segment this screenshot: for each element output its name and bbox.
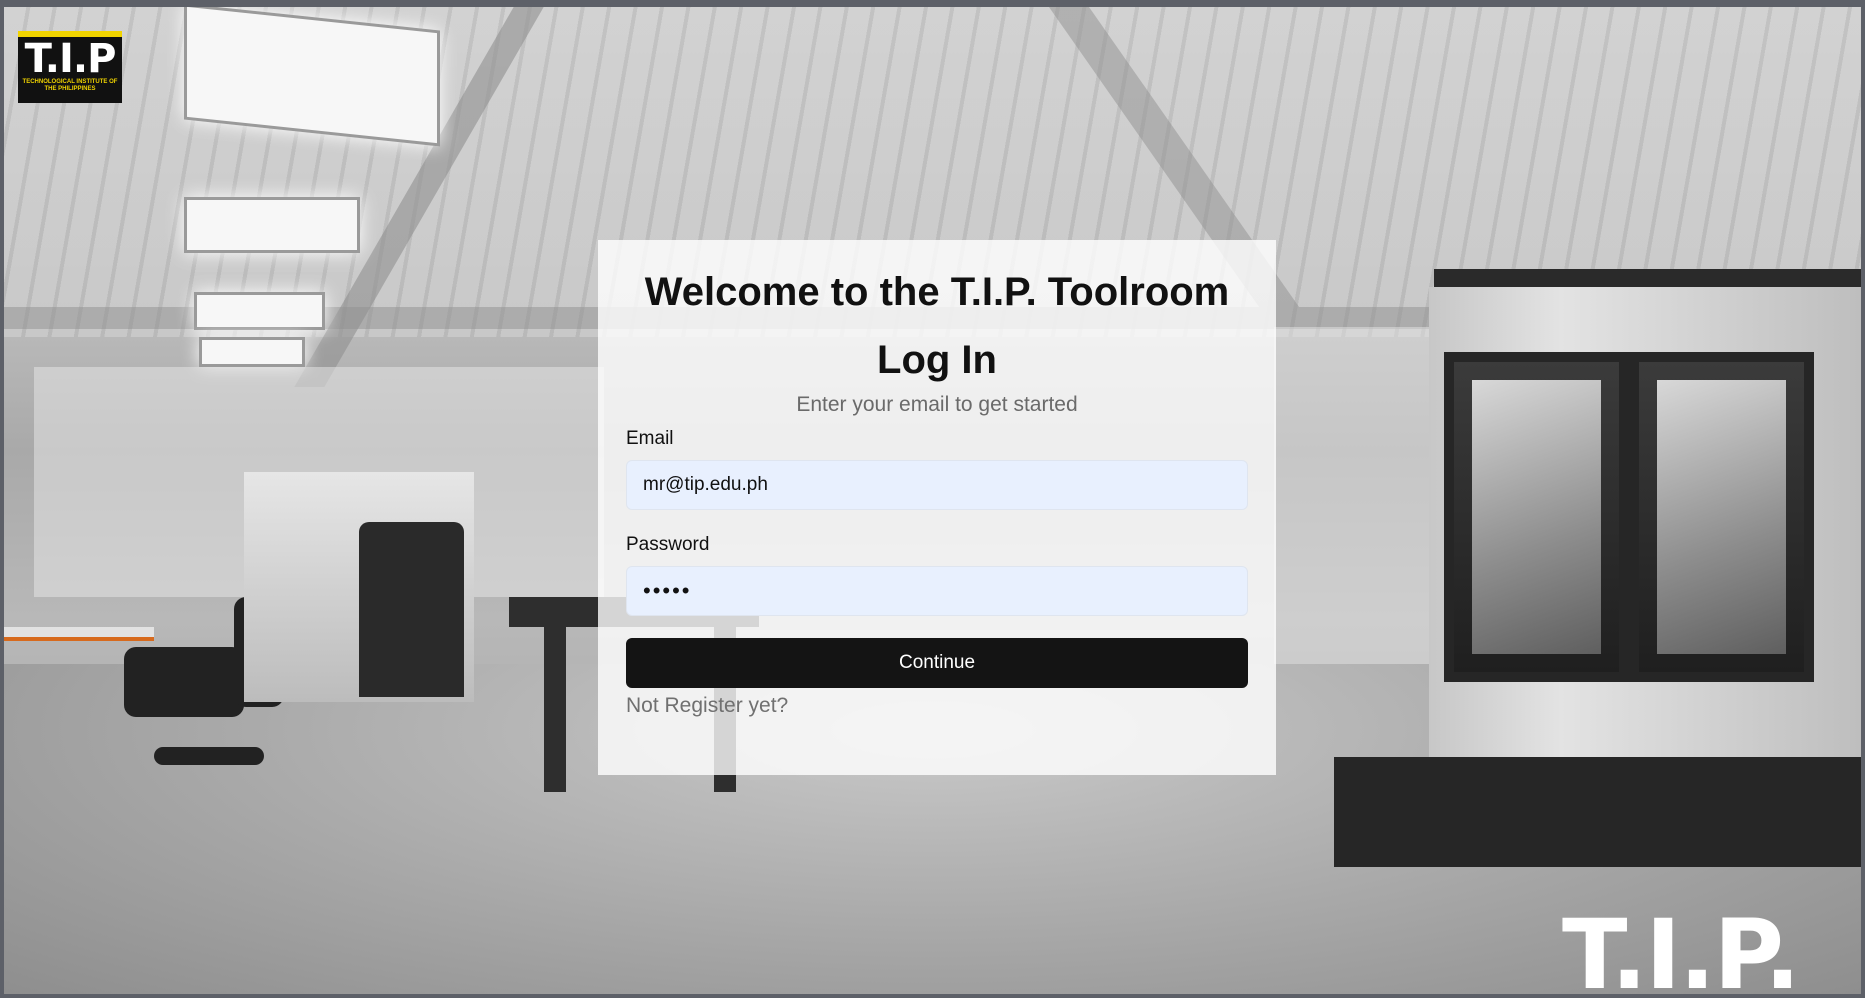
page-title: Welcome to the T.I.P. Toolroom (644, 270, 1230, 314)
login-heading: Log In (877, 338, 997, 382)
continue-button[interactable]: Continue (626, 638, 1248, 688)
tip-logo-mark: T.I.P (24, 36, 117, 82)
login-hint: Enter your email to get started (796, 393, 1078, 416)
email-field[interactable] (626, 460, 1248, 510)
background-chair (154, 747, 264, 765)
ceiling-light (194, 292, 325, 330)
background-desk (4, 627, 154, 641)
background-workbench-leg (544, 622, 566, 792)
password-field[interactable] (626, 566, 1248, 616)
register-link[interactable]: Not Register yet? (626, 692, 788, 720)
background-machine-glass (1657, 380, 1786, 654)
tip-logo: T.I.P TECHNOLOGICAL INSTITUTE OF THE PHI… (18, 31, 122, 103)
background-machine-door (1444, 352, 1629, 682)
password-label: Password (626, 534, 710, 555)
background-lathe-cabinet (359, 522, 464, 697)
email-label: Email (626, 428, 674, 449)
ceiling-light (184, 197, 360, 253)
ceiling-light (199, 337, 305, 367)
login-card: Welcome to the T.I.P. Toolroom Log In En… (598, 240, 1276, 775)
tip-watermark: T.I.P. (1562, 899, 1801, 998)
tip-logo-subtext: TECHNOLOGICAL INSTITUTE OF THE PHILIPPIN… (22, 79, 118, 92)
background-machine-base (1334, 757, 1861, 867)
background-machine-glass (1472, 380, 1601, 654)
background-machine-door (1629, 352, 1814, 682)
background-chair (124, 647, 244, 717)
app-window: T.I.P TECHNOLOGICAL INSTITUTE OF THE PHI… (0, 0, 1865, 998)
